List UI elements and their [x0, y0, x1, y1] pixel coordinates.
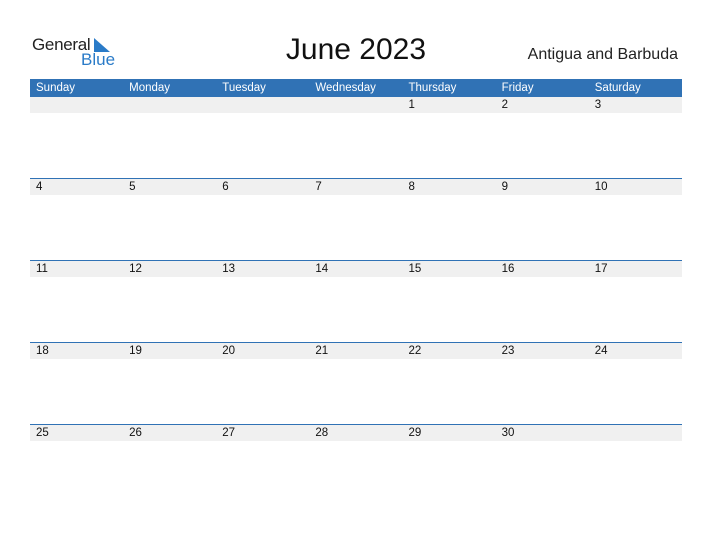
weekday-sunday: Sunday — [36, 82, 76, 94]
day-number-row: 1 2 3 — [30, 97, 682, 113]
day-cell: 26 — [129, 427, 142, 439]
day-number-row: 25 26 27 28 29 30 — [30, 425, 682, 441]
day-cell: 14 — [315, 263, 329, 275]
day-cell: 13 — [222, 263, 236, 275]
day-cell: 2 — [501, 99, 509, 111]
country-label: Antigua and Barbuda — [527, 46, 678, 63]
day-cell — [216, 97, 309, 113]
day-cell: 9 — [501, 181, 509, 193]
day-cell: 6 — [222, 181, 229, 193]
day-cell: 24 — [594, 345, 608, 357]
day-cell: 18 — [36, 345, 49, 357]
day-cell: 22 — [408, 345, 422, 357]
day-cell: 1 — [408, 99, 415, 111]
day-cell: 28 — [315, 427, 329, 439]
day-cell — [309, 97, 402, 113]
day-cell: 20 — [222, 345, 236, 357]
day-cell: 11 — [36, 263, 48, 275]
weekday-saturday: Saturday — [594, 82, 641, 94]
weekday-friday: Friday — [501, 82, 534, 94]
day-cell: 23 — [501, 345, 515, 357]
day-cell: 21 — [315, 345, 329, 357]
day-number-row: 4 5 6 7 8 9 10 — [30, 179, 682, 195]
day-cell — [589, 425, 682, 441]
day-cell: 3 — [594, 99, 602, 111]
week-row: 1 2 3 — [30, 97, 682, 178]
weekday-thursday: Thursday — [408, 82, 457, 94]
weekday-tuesday: Tuesday — [222, 82, 266, 94]
day-cell: 12 — [129, 263, 142, 275]
week-row: 4 5 6 7 8 9 10 — [30, 178, 682, 260]
day-cell — [30, 97, 123, 113]
week-row: 11 12 13 14 15 16 17 — [30, 260, 682, 342]
weekday-header: Sunday Monday Tuesday Wednesday Thursday… — [30, 79, 682, 97]
day-cell: 19 — [129, 345, 142, 357]
day-cell: 4 — [36, 181, 43, 193]
day-number-row: 11 12 13 14 15 16 17 — [30, 261, 682, 277]
day-cell: 29 — [408, 427, 422, 439]
day-cell — [123, 97, 216, 113]
weeks-container: 1 2 3 4 5 6 7 8 9 10 11 12 13 14 15 16 17 18 19 20 21 22 23 24 2… — [30, 97, 682, 506]
day-cell: 25 — [36, 427, 49, 439]
weekday-monday: Monday — [129, 82, 171, 94]
day-cell: 27 — [222, 427, 236, 439]
week-row: 18 19 20 21 22 23 24 — [30, 342, 682, 424]
day-cell: 8 — [408, 181, 415, 193]
day-cell: 30 — [501, 427, 515, 439]
week-row: 25 26 27 28 29 30 — [30, 424, 682, 506]
calendar: Sunday Monday Tuesday Wednesday Thursday… — [30, 79, 682, 506]
weekday-wednesday: Wednesday — [315, 82, 376, 94]
day-cell: 16 — [501, 263, 515, 275]
day-cell: 15 — [408, 263, 422, 275]
day-cell: 7 — [315, 181, 322, 193]
day-cell: 17 — [594, 263, 608, 275]
day-number-row: 18 19 20 21 22 23 24 — [30, 343, 682, 359]
day-cell: 10 — [594, 181, 608, 193]
day-cell: 5 — [129, 181, 136, 193]
